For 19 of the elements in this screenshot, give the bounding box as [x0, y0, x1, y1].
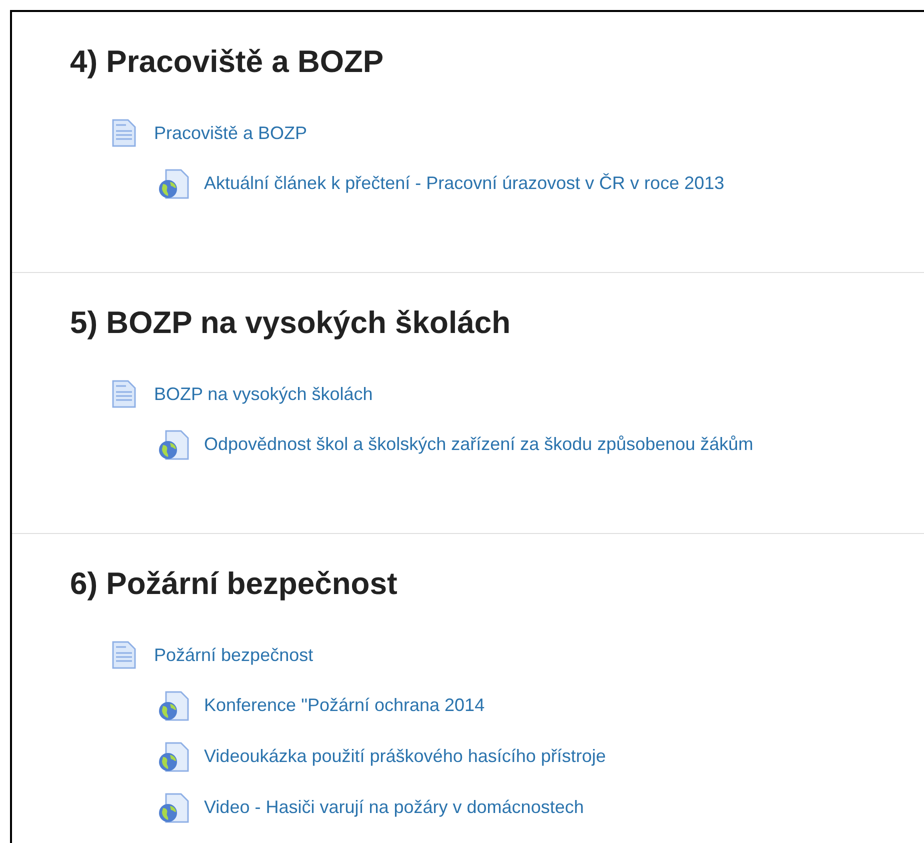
url-link[interactable]: Odpovědnost škol a školských zařízení za škodu způsobenou žákům — [204, 431, 754, 458]
section-heading: 6) Požární bezpečnost — [70, 565, 398, 603]
section-heading: 4) Pracoviště a BOZP — [70, 43, 385, 81]
page-link[interactable]: BOZP na vysokých školách — [154, 380, 373, 408]
globe-document-icon — [158, 168, 192, 198]
document-icon — [112, 380, 136, 408]
globe-document-icon — [158, 742, 192, 772]
url-link[interactable]: Konference "Požární ochrana 2014 — [204, 692, 485, 719]
globe-document-icon — [158, 792, 192, 822]
document-icon — [112, 119, 136, 147]
url-link[interactable]: Videoukázka použití práškového hasícího přístroje — [204, 743, 606, 770]
document-icon — [112, 641, 136, 669]
url-link[interactable]: Aktuální článek k přečtení - Pracovní úrazovost v ČR v roce 2013 — [204, 170, 724, 197]
url-link[interactable]: Video - Hasiči varují na požáry v domácnostech — [204, 794, 584, 821]
page-link[interactable]: Požární bezpečnost — [154, 642, 314, 668]
globe-document-icon — [158, 430, 192, 460]
section-heading: 5) BOZP na vysokých školách — [70, 304, 512, 342]
page-link[interactable]: Pracoviště a BOZP — [154, 120, 308, 146]
globe-document-icon — [158, 690, 192, 720]
